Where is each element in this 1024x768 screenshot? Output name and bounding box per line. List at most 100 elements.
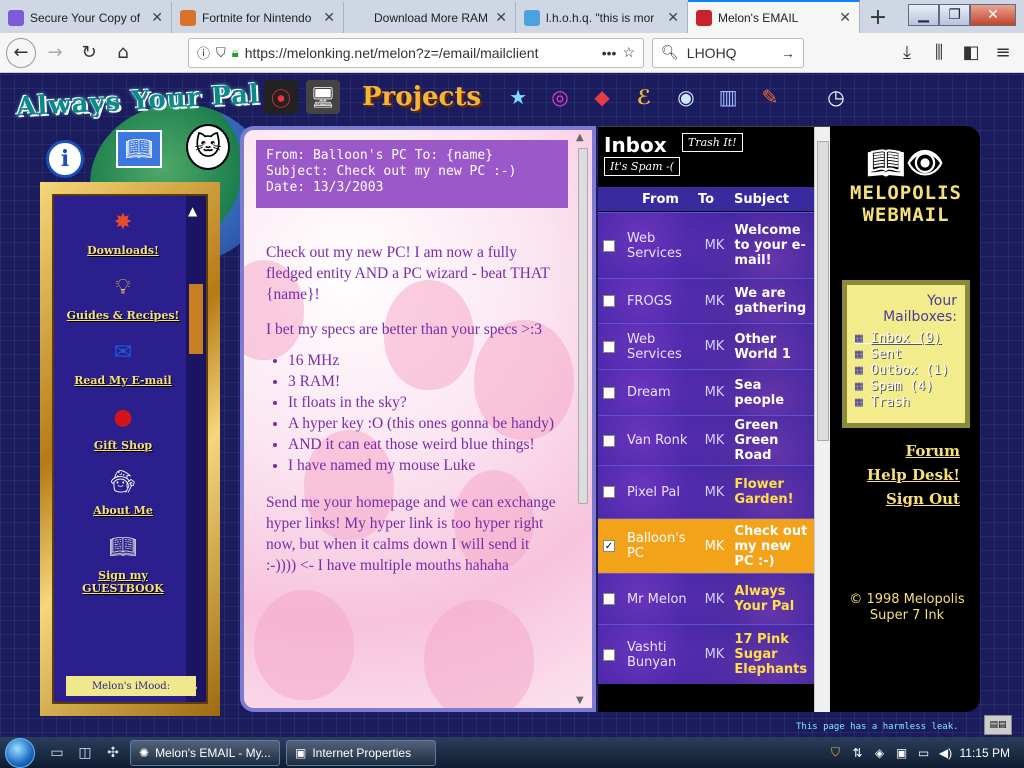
row-to[interactable]: MK <box>705 485 735 500</box>
update-icon[interactable]: ◈ <box>872 745 888 761</box>
row-checkbox[interactable] <box>603 386 615 399</box>
cd-icon[interactable]: ◉ <box>669 80 703 114</box>
tracking-shield-icon[interactable]: ⛉ <box>216 45 226 61</box>
globe-icon[interactable]: ● <box>103 397 143 437</box>
inbox-row[interactable]: Vashti Bunyan MK 17 Pink Sugar Elephants <box>598 624 814 684</box>
row-checkbox[interactable] <box>603 486 615 498</box>
address-bar[interactable]: ⓘ ⛉ 🔒︎ https://melonking.net/melon?z=/em… <box>188 37 644 68</box>
wizard-icon[interactable]: 🧙︎ <box>103 462 143 502</box>
clock[interactable]: 11:15 PM <box>960 746 1010 760</box>
menu-item-label[interactable]: Read My E-mail <box>74 374 171 387</box>
row-checkbox[interactable] <box>603 648 615 661</box>
inbox-row[interactable]: Web Services MK Other World 1 <box>598 323 814 369</box>
browser-tab[interactable]: Download More RAM! ✕ <box>344 2 516 33</box>
row-to[interactable]: MK <box>705 385 735 400</box>
browser-tab[interactable]: l.h.o.h.q. "this is mor ✕ <box>516 2 688 33</box>
mailbox-icon[interactable]: ✉ <box>103 332 143 372</box>
library-icon[interactable]: ⫼ <box>924 38 954 68</box>
show-desktop-icon[interactable]: ▭ <box>46 742 68 764</box>
security-shield-icon[interactable]: ⛉ <box>828 745 844 761</box>
row-from[interactable]: Mr Melon <box>627 592 705 607</box>
reload-button[interactable]: ↻ <box>74 38 104 68</box>
menu-icon[interactable]: ≡ <box>988 38 1018 68</box>
menu-item[interactable]: ✸ Downloads! <box>58 202 188 258</box>
column-to[interactable]: To <box>698 192 728 207</box>
message-scrollbar[interactable]: ▲ ▼ <box>576 132 590 706</box>
inbox-row[interactable]: Mr Melon MK Always Your Pal <box>598 573 814 624</box>
book-icon[interactable]: 📖︎ <box>116 130 162 168</box>
device-icon[interactable]: ▣ <box>894 745 910 761</box>
row-from[interactable]: FROGS <box>627 294 705 309</box>
forum-link[interactable]: Forum <box>905 442 960 460</box>
help-desk-link[interactable]: Help Desk! <box>867 466 960 484</box>
row-subject[interactable]: Flower Garden! <box>734 477 814 507</box>
cat-icon[interactable]: 🐱︎ <box>186 124 230 170</box>
task-button-internet-properties[interactable]: ▣ Internet Properties <box>286 739 436 766</box>
letter-e-icon[interactable]: ℰ <box>627 80 661 114</box>
menu-item[interactable]: 💡︎ Guides & Recipes! <box>58 267 188 323</box>
row-subject[interactable]: Sea people <box>734 378 814 408</box>
guestbook-icon[interactable]: 📖︎ <box>103 527 143 567</box>
menu-item[interactable]: ✉ Read My E-mail <box>58 332 188 388</box>
browser-tab[interactable]: Fortnite for Nintendo ✕ <box>172 2 344 33</box>
search-text[interactable]: LHOHQ <box>687 45 773 61</box>
row-from[interactable]: Balloon's PC <box>627 531 705 561</box>
row-checkbox[interactable] <box>603 239 615 252</box>
menu-item[interactable]: 🧙︎ About Me <box>58 462 188 518</box>
browser-tab[interactable]: Secure Your Copy of ✕ <box>0 2 172 33</box>
computer-icon[interactable]: 🖥︎ <box>306 80 340 114</box>
row-to[interactable]: MK <box>705 647 735 662</box>
projects-link[interactable]: Projects <box>362 82 481 112</box>
menu-item[interactable]: 📖︎ Sign my GUESTBOOK <box>58 527 188 596</box>
back-button[interactable]: ← <box>6 37 36 68</box>
info-icon[interactable]: ⓘ <box>197 43 210 62</box>
inbox-scroll-thumb[interactable] <box>817 141 829 441</box>
mailbox-link[interactable]: Sent <box>855 347 957 363</box>
switch-windows-icon[interactable]: ◫ <box>74 742 96 764</box>
row-from[interactable]: Vashti Bunyan <box>627 640 705 670</box>
start-button[interactable] <box>0 737 40 768</box>
menu-item-label[interactable]: Sign my GUESTBOOK <box>58 569 188 595</box>
tower-icon[interactable]: ▥ <box>711 80 745 114</box>
gem-icon[interactable]: ◆ <box>585 80 619 114</box>
row-subject[interactable]: Check out my new PC :-) <box>734 524 814 569</box>
search-field[interactable]: 🔍︎ LHOHQ → <box>652 37 804 68</box>
menu-scrollbar[interactable]: ▲ ▼ <box>186 196 206 702</box>
inbox-row[interactable]: Dream MK Sea people <box>598 369 814 415</box>
mailbox-link[interactable]: Outbox (1) <box>855 363 957 379</box>
close-tab-icon[interactable]: ✕ <box>151 9 163 26</box>
row-from[interactable]: Web Services <box>627 231 705 261</box>
scroll-up-icon[interactable]: ▲ <box>188 204 197 218</box>
inbox-scrollbar[interactable] <box>814 127 830 712</box>
star-icon[interactable]: ★ <box>501 80 535 114</box>
row-to[interactable]: MK <box>705 238 735 253</box>
inbox-row[interactable]: Web Services MK Welcome to your e-mail! <box>598 212 814 278</box>
menu-item-label[interactable]: Downloads! <box>87 244 159 257</box>
column-from[interactable]: From <box>642 192 698 207</box>
close-tab-icon[interactable]: ✕ <box>839 9 851 26</box>
keyboard-icon[interactable]: ▤▤ <box>984 715 1012 735</box>
mailbox-link[interactable]: Spam (4) <box>855 379 957 395</box>
inbox-row[interactable]: Pixel Pal MK Flower Garden! <box>598 465 814 518</box>
row-checkbox[interactable] <box>603 340 615 353</box>
row-from[interactable]: Van Ronk <box>627 433 705 448</box>
row-subject[interactable]: We are gathering <box>734 286 814 316</box>
row-from[interactable]: Web Services <box>627 332 705 362</box>
row-subject[interactable]: Welcome to your e-mail! <box>734 223 814 268</box>
maximize-button[interactable]: ❐ <box>939 4 970 26</box>
scroll-down-icon[interactable]: ▼ <box>576 695 584 706</box>
inbox-row[interactable]: Van Ronk MK Green Green Road <box>598 415 814 465</box>
row-checkbox[interactable]: ✓ <box>603 540 615 552</box>
row-to[interactable]: MK <box>705 539 735 554</box>
mailbox-link[interactable]: Inbox (9) <box>855 331 957 347</box>
paint-icon[interactable]: ✎ <box>753 80 787 114</box>
downloads-icon[interactable]: ✸ <box>103 202 143 242</box>
row-subject[interactable]: 17 Pink Sugar Elephants <box>734 632 814 677</box>
row-subject[interactable]: Other World 1 <box>734 332 814 362</box>
row-to[interactable]: MK <box>705 294 735 309</box>
task-button-email[interactable]: ✺ Melon's EMAIL - My... <box>130 739 280 766</box>
menu-item-label[interactable]: About Me <box>93 504 153 517</box>
network-icon[interactable]: ⇅ <box>850 745 866 761</box>
inbox-row[interactable]: ✓ Balloon's PC MK Check out my new PC :-) <box>598 518 814 573</box>
inbox-row[interactable]: FROGS MK We are gathering <box>598 278 814 323</box>
